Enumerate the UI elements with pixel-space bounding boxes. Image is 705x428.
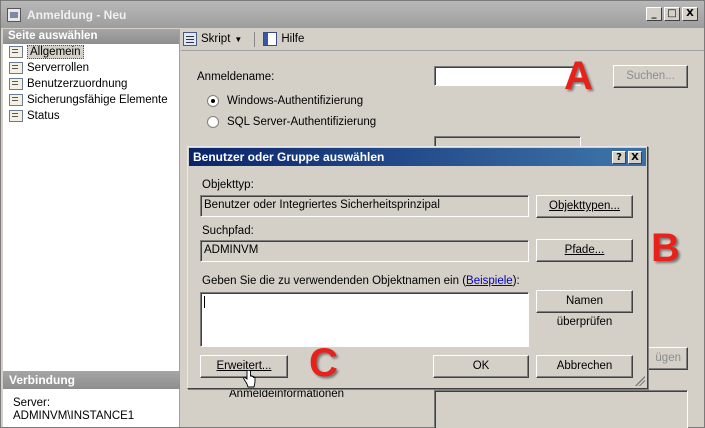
object-type-field: Benutzer oder Integriertes Sicherheitspr…	[200, 195, 529, 217]
toolbar: Skript ▼ Hilfe	[183, 30, 304, 48]
search-button[interactable]: Suchen...	[613, 65, 688, 88]
page-selector-pane: Seite auswählen Allgemein Serverrollen B…	[3, 29, 180, 427]
page-icon	[9, 94, 23, 106]
hand-cursor-icon	[243, 370, 256, 388]
object-names-label-suffix: ):	[512, 275, 520, 287]
select-user-or-group-dialog: Benutzer oder Gruppe auswählen ? X Objek…	[187, 146, 648, 389]
examples-link[interactable]: Beispiele	[466, 275, 513, 287]
page-icon	[9, 78, 23, 90]
page-icon	[9, 110, 23, 122]
help-button[interactable]: Hilfe	[281, 33, 304, 45]
paths-button-label: Pfade...	[564, 244, 605, 256]
login-name-label: Anmeldename:	[197, 71, 275, 83]
object-type-label: Objekttyp:	[202, 179, 254, 191]
object-names-textarea[interactable]	[200, 292, 529, 347]
sql-auth-radio[interactable]	[207, 116, 219, 128]
dialog-help-button[interactable]: ?	[612, 151, 626, 164]
annotation-a: A	[564, 54, 593, 98]
nav-item-label: Allgemein	[27, 45, 84, 59]
maximize-button[interactable]: □	[664, 7, 680, 21]
object-names-label-prefix: Geben Sie die zu verwendenden Objektname…	[202, 275, 467, 287]
object-types-button-label: Objekttypen...	[549, 200, 620, 212]
resize-grip-icon[interactable]	[635, 376, 645, 386]
app-icon	[7, 7, 21, 22]
dialog-title: Benutzer oder Gruppe auswählen	[193, 150, 385, 164]
help-book-icon	[263, 32, 278, 46]
object-types-button[interactable]: Objekttypen...	[536, 195, 633, 218]
sql-auth-label: SQL Server-Authentifizierung	[227, 116, 377, 128]
window-controls: _ □ X	[646, 7, 698, 21]
nav-item-label: Status	[27, 110, 60, 122]
credentials-list[interactable]	[434, 390, 688, 428]
toolbar-divider	[181, 50, 704, 51]
page-icon	[9, 46, 23, 58]
ok-button[interactable]: OK	[433, 355, 529, 378]
nav-item-server-roles[interactable]: Serverrollen	[3, 60, 179, 76]
minimize-button[interactable]: _	[646, 7, 662, 21]
server-value: ADMINVM\INSTANCE1	[13, 410, 135, 422]
script-icon	[183, 32, 197, 46]
annotation-b: B	[651, 226, 680, 270]
windows-auth-label: Windows-Authentifizierung	[227, 95, 364, 107]
annotation-c: C	[309, 341, 338, 385]
page-selector-header: Seite auswählen	[3, 29, 179, 44]
nav-item-general[interactable]: Allgemein	[3, 44, 179, 60]
title-bar[interactable]: Anmeldung - Neu _ □ X	[1, 1, 704, 28]
nav-item-label: Serverrollen	[27, 62, 89, 74]
nav-item-label: Sicherungsfähige Elemente	[27, 94, 168, 106]
chevron-down-icon[interactable]: ▼	[234, 35, 242, 44]
close-button[interactable]: X	[682, 7, 698, 21]
window-title: Anmeldung - Neu	[27, 7, 127, 22]
login-name-input[interactable]	[434, 66, 581, 86]
server-label: Server:	[13, 397, 51, 409]
cancel-button[interactable]: Abbrechen	[536, 355, 633, 378]
credentials-label: Anmeldeinformationen	[229, 388, 345, 400]
nav-item-user-mapping[interactable]: Benutzerzuordnung	[3, 76, 179, 92]
location-label: Suchpfad:	[202, 225, 254, 237]
dialog-controls: ? X	[612, 151, 642, 164]
text-caret	[204, 296, 205, 308]
paths-button[interactable]: Pfade...	[536, 239, 633, 262]
toolbar-separator	[254, 31, 256, 47]
object-names-label: Geben Sie die zu verwendenden Objektname…	[202, 275, 520, 287]
check-names-button[interactable]: Namen überprüfen	[536, 290, 633, 328]
script-button[interactable]: Skript	[201, 33, 230, 45]
login-new-window: Anmeldung - Neu _ □ X Seite auswählen Al…	[0, 0, 705, 428]
nav-item-status[interactable]: Status	[3, 108, 179, 124]
nav-item-label: Benutzerzuordnung	[27, 78, 128, 90]
dialog-title-bar[interactable]: Benutzer oder Gruppe auswählen ? X	[189, 148, 646, 166]
windows-auth-radio[interactable]	[207, 95, 219, 107]
location-field: ADMINVM	[200, 240, 529, 262]
connection-info: Server: ADMINVM\INSTANCE1	[13, 397, 134, 423]
connection-header: Verbindung	[3, 371, 180, 389]
page-icon	[9, 62, 23, 74]
nav-item-securables[interactable]: Sicherungsfähige Elemente	[3, 92, 179, 108]
dialog-close-button[interactable]: X	[628, 151, 642, 164]
